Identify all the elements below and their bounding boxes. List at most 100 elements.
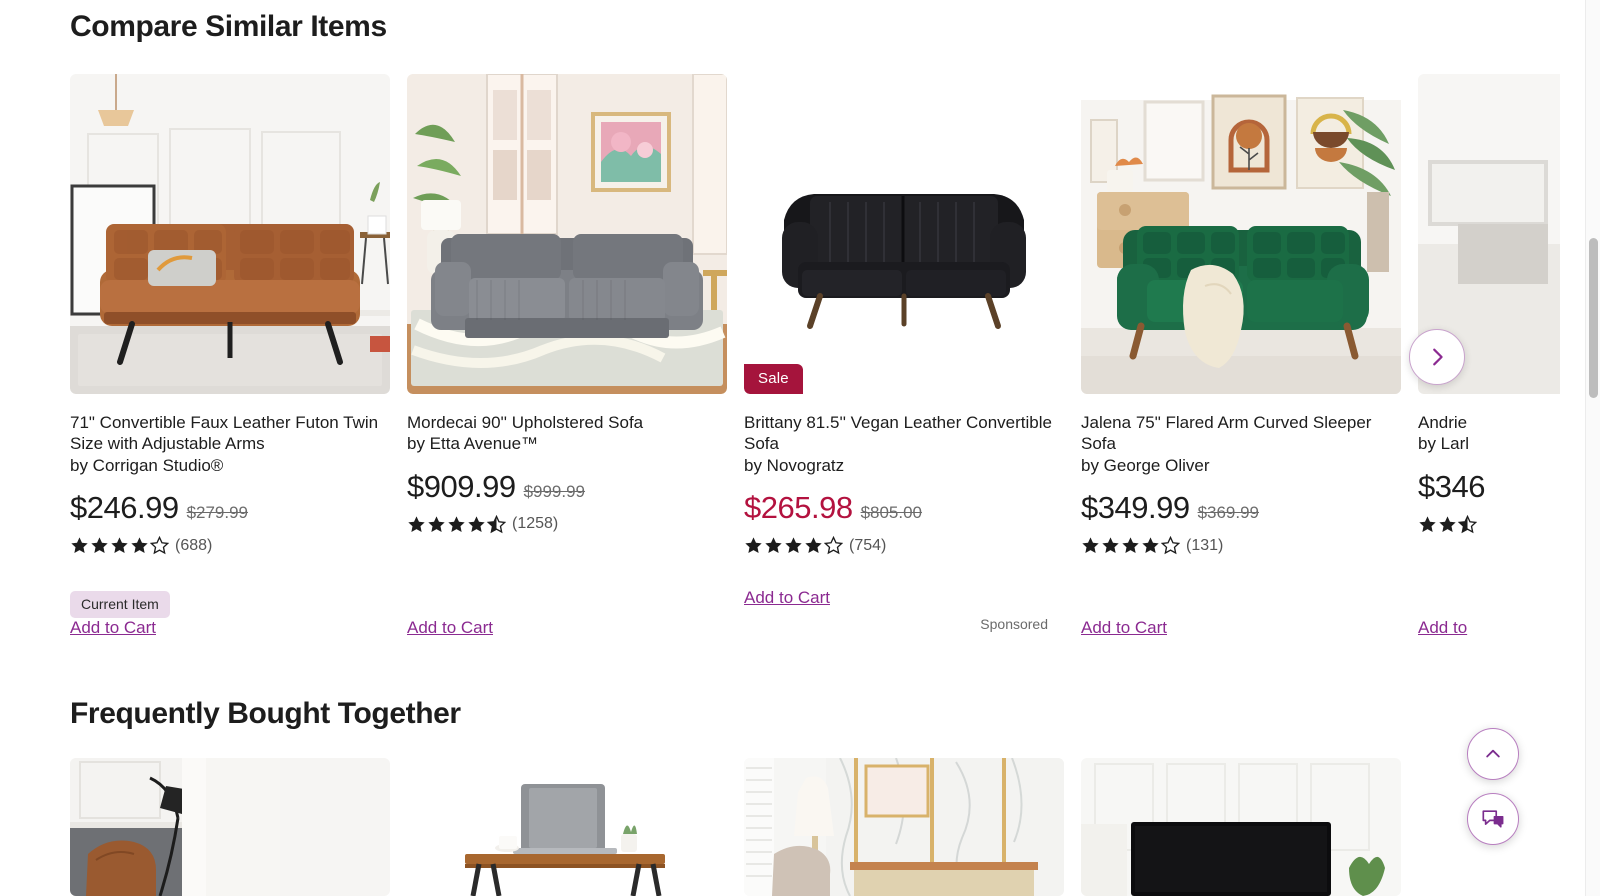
star-rating[interactable] bbox=[407, 514, 506, 534]
product-card-body: Andrie by Larl $346 Add to bbox=[1418, 394, 1560, 637]
star-icon-filled bbox=[1141, 536, 1160, 555]
product-card-body: Brittany 81.5'' Vegan Leather Convertibl… bbox=[744, 394, 1064, 632]
add-to-cart-button[interactable]: Add to Cart bbox=[407, 618, 493, 638]
sponsored-label: Sponsored bbox=[980, 616, 1048, 632]
price-original: $805.00 bbox=[860, 503, 923, 523]
cta-block: Add to bbox=[1418, 604, 1467, 638]
product-comparison-page: Compare Similar Items 71" Convertible Fa… bbox=[0, 0, 1600, 896]
star-icon-filled bbox=[70, 536, 89, 555]
product-image-green-sofa[interactable] bbox=[1081, 74, 1401, 394]
star-icon-filled bbox=[744, 536, 763, 555]
add-to-cart-button[interactable]: Add to Cart bbox=[1081, 618, 1167, 638]
add-to-cart-button[interactable]: Add to Cart bbox=[744, 588, 830, 608]
star-icon-filled bbox=[1418, 515, 1437, 534]
star-icon-filled bbox=[1101, 536, 1120, 555]
product-brand: by Corrigan Studio® bbox=[70, 455, 224, 475]
rating-row[interactable]: (131) bbox=[1081, 536, 1401, 555]
list-item[interactable] bbox=[70, 758, 390, 896]
product-card[interactable]: Mordecai 90'' Upholstered Sofa by Etta A… bbox=[407, 74, 727, 644]
star-icon-empty bbox=[1161, 536, 1180, 555]
product-image-grey-sofa[interactable] bbox=[407, 74, 727, 394]
price-current: $909.99 bbox=[407, 468, 516, 504]
star-rating[interactable] bbox=[1418, 514, 1477, 534]
product-image-wrap[interactable]: Sale bbox=[744, 74, 1064, 394]
carousel-next-button[interactable] bbox=[1409, 329, 1465, 385]
frequently-bought-together-row bbox=[70, 758, 1401, 896]
price-current: $349.99 bbox=[1081, 490, 1190, 526]
star-icon-empty bbox=[824, 536, 843, 555]
star-icon-filled bbox=[784, 536, 803, 555]
star-icon-filled bbox=[427, 515, 446, 534]
product-brand: by Novogratz bbox=[744, 455, 845, 475]
star-rating[interactable] bbox=[1081, 536, 1180, 555]
star-icon-filled bbox=[447, 515, 466, 534]
product-card-body: 71" Convertible Faux Leather Futon Twin … bbox=[70, 394, 390, 637]
review-count: (1258) bbox=[512, 515, 559, 533]
price-row: $265.98 $805.00 bbox=[744, 490, 1064, 526]
chat-bubble-icon bbox=[1481, 807, 1505, 831]
product-image-wrap[interactable] bbox=[407, 74, 727, 394]
page-title-frequently-bought-together: Frequently Bought Together bbox=[70, 697, 461, 730]
star-icon-half bbox=[1458, 514, 1477, 534]
product-card[interactable]: Sale Brittany 81.5'' Vegan Leather Conve… bbox=[744, 74, 1064, 644]
product-card-body: Jalena 75" Flared Arm Curved Sleeper Sof… bbox=[1081, 394, 1401, 637]
price-current-sale: $265.98 bbox=[744, 490, 853, 526]
product-card[interactable]: Jalena 75" Flared Arm Curved Sleeper Sof… bbox=[1081, 74, 1401, 644]
rating-row[interactable]: (754) bbox=[744, 536, 1064, 555]
price-original: $369.99 bbox=[1197, 503, 1260, 523]
star-icon-filled bbox=[764, 536, 783, 555]
sale-badge: Sale bbox=[744, 364, 803, 394]
star-icon-filled bbox=[1121, 536, 1140, 555]
product-name[interactable]: 71" Convertible Faux Leather Futon Twin … bbox=[70, 412, 390, 455]
star-icon-filled bbox=[804, 536, 823, 555]
review-count: (688) bbox=[175, 536, 213, 554]
product-card[interactable]: 71" Convertible Faux Leather Futon Twin … bbox=[70, 74, 390, 644]
price-current: $346 bbox=[1418, 468, 1485, 504]
page-scrollbar-thumb[interactable] bbox=[1589, 238, 1598, 398]
add-to-cart-button[interactable]: Add to Cart bbox=[70, 618, 156, 638]
star-icon-filled bbox=[467, 515, 486, 534]
chevron-right-icon bbox=[1426, 346, 1448, 368]
star-icon-filled bbox=[1081, 536, 1100, 555]
product-name[interactable]: Jalena 75" Flared Arm Curved Sleeper Sof… bbox=[1081, 412, 1401, 455]
product-image-leather-chair-lamp[interactable] bbox=[70, 758, 390, 896]
star-rating[interactable] bbox=[70, 536, 169, 555]
cta-block: Add to Cart bbox=[407, 604, 493, 638]
product-image-tv-on-panel-wall[interactable] bbox=[1081, 758, 1401, 896]
add-to-cart-button[interactable]: Add to bbox=[1418, 618, 1467, 638]
cta-block: Add to Cart bbox=[70, 604, 156, 638]
product-name[interactable]: Brittany 81.5'' Vegan Leather Convertibl… bbox=[744, 412, 1064, 455]
chat-support-button[interactable] bbox=[1467, 793, 1519, 845]
product-brand: by George Oliver bbox=[1081, 455, 1210, 475]
price-current: $246.99 bbox=[70, 490, 179, 526]
price-row: $346 bbox=[1418, 469, 1560, 505]
product-brand: by Etta Avenue™ bbox=[407, 434, 539, 454]
star-icon-half bbox=[487, 514, 506, 534]
star-icon-filled bbox=[110, 536, 129, 555]
product-name[interactable]: Andrie bbox=[1418, 412, 1560, 433]
product-image-desk-with-laptop[interactable] bbox=[407, 758, 727, 896]
star-icon-filled bbox=[90, 536, 109, 555]
product-image-wrap[interactable] bbox=[1081, 74, 1401, 394]
list-item[interactable] bbox=[407, 758, 727, 896]
review-count: (131) bbox=[1186, 536, 1224, 554]
product-image-wrap[interactable] bbox=[70, 74, 390, 394]
chevron-up-icon bbox=[1483, 744, 1503, 764]
product-brand: by Larl bbox=[1418, 434, 1470, 454]
carousel-track: 71" Convertible Faux Leather Futon Twin … bbox=[70, 74, 1560, 644]
product-image-brown-futon[interactable] bbox=[70, 74, 390, 394]
star-rating[interactable] bbox=[744, 536, 843, 555]
scroll-to-top-button[interactable] bbox=[1467, 728, 1519, 780]
rating-row[interactable]: (688) bbox=[70, 536, 390, 555]
product-image-black-sofa[interactable] bbox=[744, 74, 1064, 394]
list-item[interactable] bbox=[1081, 758, 1401, 896]
page-title-compare-similar-items: Compare Similar Items bbox=[70, 10, 387, 43]
star-icon-filled bbox=[407, 515, 426, 534]
product-image-beige-armchair-marble-wall[interactable] bbox=[744, 758, 1064, 896]
list-item[interactable] bbox=[744, 758, 1064, 896]
review-count: (754) bbox=[849, 536, 887, 554]
product-name[interactable]: Mordecai 90'' Upholstered Sofa bbox=[407, 412, 727, 433]
rating-row[interactable] bbox=[1418, 514, 1560, 534]
page-scrollbar-track[interactable] bbox=[1585, 0, 1600, 896]
rating-row[interactable]: (1258) bbox=[407, 514, 727, 534]
